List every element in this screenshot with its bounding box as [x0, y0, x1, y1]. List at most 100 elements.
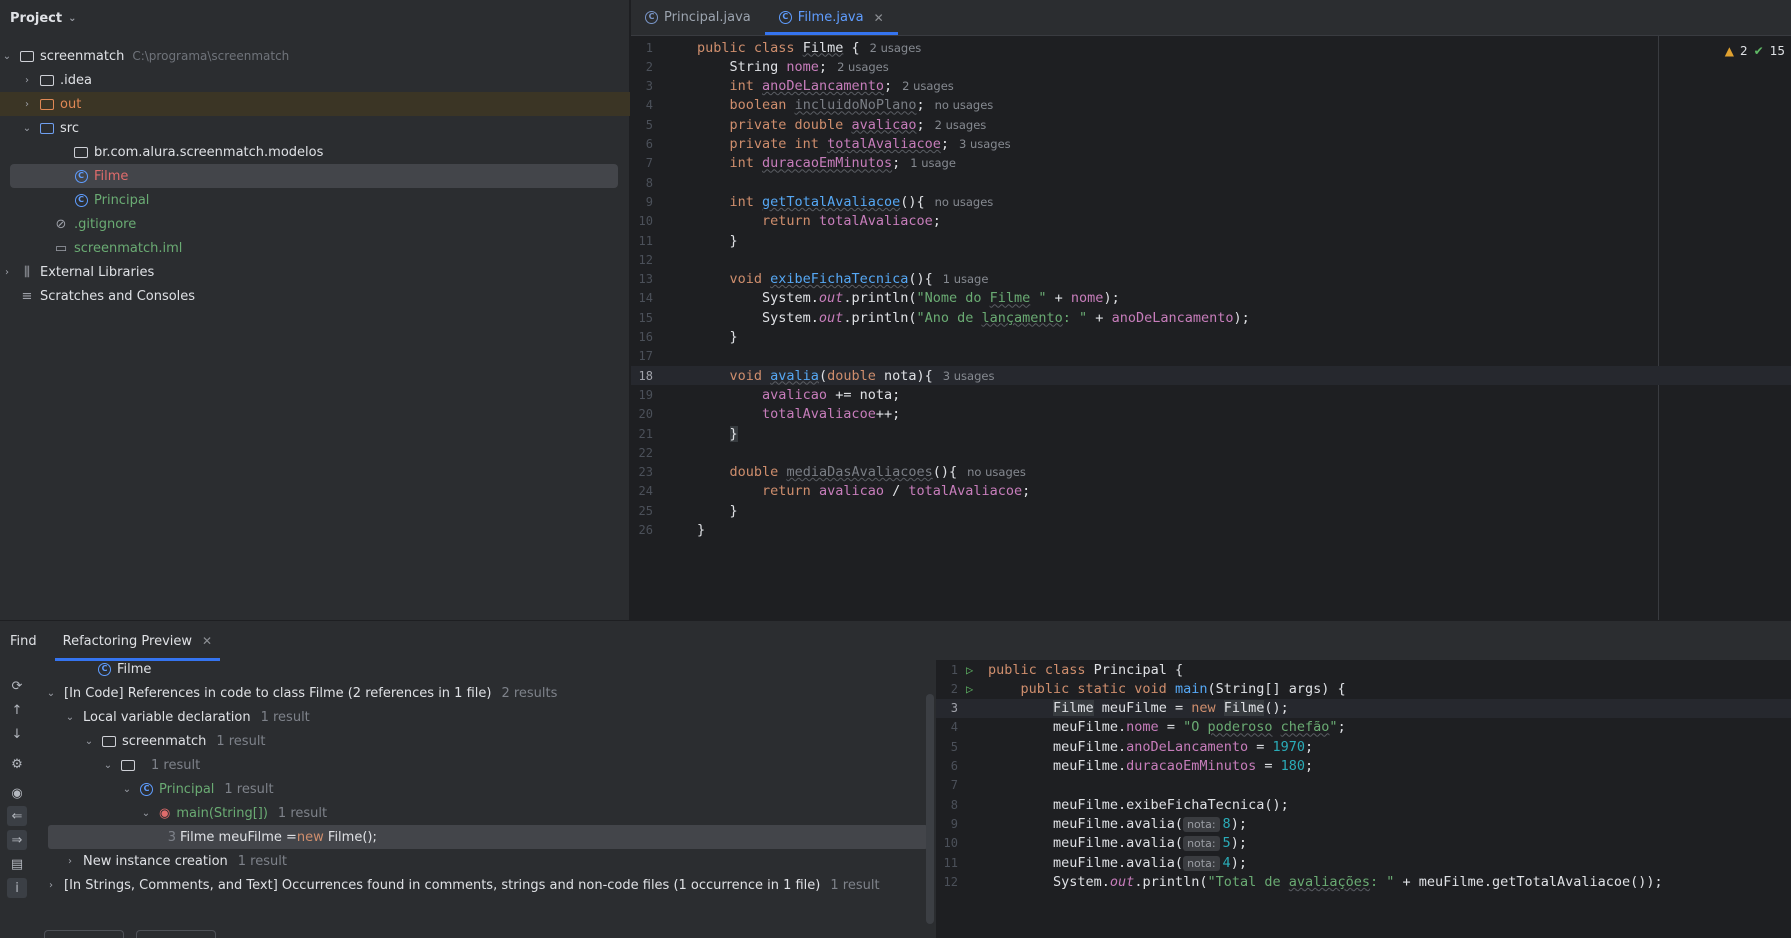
tool-window-tabs: Find Refactoring Preview ✕ — [0, 621, 1791, 661]
result-group[interactable]: ⌄ screenmatch 1 result — [82, 729, 266, 753]
preview-line[interactable]: 8 meuFilme.exibeFichaTecnica(); — [936, 795, 1791, 814]
result-group[interactable]: › New instance creation 1 result — [63, 849, 287, 873]
tab-principal-java[interactable]: C Principal.java — [631, 0, 765, 35]
tree-item-scratches-and-consoles[interactable]: ≡ Scratches and Consoles — [0, 284, 630, 308]
chevron-right-icon[interactable]: › — [44, 880, 58, 891]
preview-line[interactable]: 11 meuFilme.avalia(nota: 4); — [936, 853, 1791, 872]
chevron-right-icon[interactable]: › — [63, 856, 77, 867]
tool-tab-refactoring-preview[interactable]: Refactoring Preview ✕ — [54, 621, 221, 661]
chevron-down-icon[interactable]: ⌄ — [20, 123, 34, 134]
chevron-down-icon[interactable]: ⌄ — [0, 51, 14, 62]
code-line[interactable]: 23 double mediaDasAvaliacoes(){no usages — [631, 463, 1791, 482]
result-group[interactable]: C Filme — [78, 657, 151, 681]
tree-item-external-libraries[interactable]: › ⫼ External Libraries — [0, 260, 630, 284]
tree-item-screenmatch[interactable]: ⌄ screenmatch C:\programa\screenmatch — [0, 44, 630, 68]
preview-line[interactable]: 10 meuFilme.avalia(nota: 5); — [936, 834, 1791, 853]
code-line[interactable]: 25 } — [631, 501, 1791, 520]
result-label: main(String[]) — [176, 805, 268, 821]
code-line[interactable]: 21 } — [631, 424, 1791, 443]
result-group[interactable]: ⌄ ◉ main(String[]) 1 result — [139, 801, 327, 825]
eye-icon[interactable]: ◉ — [7, 783, 27, 803]
code-line[interactable]: 8 — [631, 173, 1791, 192]
read-access-icon[interactable]: ⇐ — [7, 806, 27, 826]
chevron-down-icon[interactable]: ⌄ — [82, 736, 96, 747]
chevron-down-icon[interactable]: ⌄ — [101, 760, 115, 771]
code-line[interactable]: 3 int anoDeLancamento; 2 usages — [631, 77, 1791, 96]
code-line[interactable]: 20 totalAvaliacoe++; — [631, 405, 1791, 424]
result-group[interactable]: ⌄ C Principal 1 result — [120, 777, 274, 801]
preview-line[interactable]: 3 Filme meuFilme = new Filme(); — [936, 698, 1791, 718]
result-group[interactable]: ⌄ Local variable declaration 1 result — [63, 705, 310, 729]
code-line[interactable]: 16 } — [631, 328, 1791, 347]
project-title[interactable]: Project — [10, 11, 62, 26]
code-line[interactable]: 24 return avalicao / totalAvaliacoe; — [631, 482, 1791, 501]
result-group[interactable]: ⌄ [In Code] References in code to class … — [44, 681, 558, 705]
tree-item-filme[interactable]: C Filme — [10, 164, 618, 188]
code-line[interactable]: 5 private double avalicao; 2 usages — [631, 115, 1791, 134]
code-line[interactable]: 9 int getTotalAvaliacoe(){no usages — [631, 192, 1791, 211]
bottom-button-2[interactable] — [136, 930, 216, 938]
result-group[interactable]: ⌄ 1 result — [101, 753, 200, 777]
preview-line[interactable]: 5 meuFilme.anoDeLancamento = 1970; — [936, 737, 1791, 756]
result-count: 2 results — [501, 685, 558, 701]
code-line[interactable]: 4 boolean incluidoNoPlano; no usages — [631, 96, 1791, 115]
tree-item-principal[interactable]: C Principal — [0, 188, 630, 212]
run-icon[interactable]: ▷ — [966, 682, 973, 696]
code-line[interactable]: 10 return totalAvaliacoe; — [631, 212, 1791, 231]
tree-item-src[interactable]: ⌄ src — [0, 116, 630, 140]
info-icon[interactable]: i — [7, 878, 27, 898]
code-line[interactable]: 2 String nome; 2 usages — [631, 57, 1791, 76]
tree-item-br-com-alura-screenmatch-modelos[interactable]: br.com.alura.screenmatch.modelos — [0, 140, 630, 164]
chevron-right-icon[interactable]: › — [0, 267, 14, 278]
refresh-icon[interactable]: ⟳ — [7, 676, 27, 696]
group-by-directory-icon[interactable]: ▤ — [7, 854, 27, 874]
preview-line[interactable]: 2 ▷ public static void main(String[] arg… — [936, 679, 1791, 698]
preview-line[interactable]: 7 — [936, 776, 1791, 795]
preview-line[interactable]: 12 System.out.println("Total de avaliaçõ… — [936, 872, 1791, 891]
code-line[interactable]: 15 System.out.println("Ano de lançamento… — [631, 308, 1791, 327]
close-icon[interactable]: ✕ — [202, 634, 212, 648]
class-icon: C — [73, 169, 89, 183]
code-line[interactable]: 13 void exibeFichaTecnica(){1 usage — [631, 270, 1791, 289]
tab-filme-java[interactable]: C Filme.java ✕ — [764, 0, 898, 35]
chevron-right-icon[interactable]: › — [20, 99, 34, 110]
bottom-button-1[interactable] — [44, 930, 124, 938]
chevron-down-icon[interactable]: ⌄ — [44, 688, 58, 699]
code-text: private double avalicao; 2 usages — [729, 116, 987, 133]
code-line[interactable]: 17 — [631, 347, 1791, 366]
code-line[interactable]: 19 avalicao += nota; — [631, 385, 1791, 404]
code-line[interactable]: 26} — [631, 521, 1791, 540]
tree-item-screenmatch-iml[interactable]: ▭ screenmatch.iml — [0, 236, 630, 260]
close-icon[interactable]: ✕ — [874, 11, 884, 25]
chevron-down-icon[interactable]: ⌄ — [63, 712, 77, 723]
tree-item--idea[interactable]: › .idea — [0, 68, 630, 92]
tool-tab-find[interactable]: Find — [10, 621, 37, 661]
code-line[interactable]: 14 System.out.println("Nome do Filme " +… — [631, 289, 1791, 308]
arrow-up-icon[interactable]: ↑ — [7, 700, 27, 720]
code-line[interactable]: 22 — [631, 443, 1791, 462]
results-scrollbar[interactable] — [926, 694, 934, 924]
tree-item--gitignore[interactable]: ⊘ .gitignore — [0, 212, 630, 236]
result-group[interactable]: › [In Strings, Comments, and Text] Occur… — [44, 873, 880, 897]
code-line[interactable]: 7 int duracaoEmMinutos; 1 usage — [631, 154, 1791, 173]
code-line[interactable]: 12 — [631, 250, 1791, 269]
preview-line[interactable]: 9 meuFilme.avalia(nota: 8); — [936, 814, 1791, 833]
gear-icon[interactable]: ⚙ — [7, 754, 27, 774]
preview-line[interactable]: 4 meuFilme.nome = "O poderoso chefão"; — [936, 718, 1791, 737]
code-line[interactable]: 11 } — [631, 231, 1791, 250]
run-icon[interactable]: ▷ — [966, 663, 973, 677]
arrow-down-icon[interactable]: ↓ — [7, 724, 27, 744]
code-line[interactable]: 6 private int totalAvaliacoe; 3 usages — [631, 135, 1791, 154]
project-header[interactable]: Project ⌄ — [0, 0, 629, 36]
preview-line[interactable]: 6 meuFilme.duracaoEmMinutos = 180; — [936, 757, 1791, 776]
preview-line[interactable]: 1 ▷ public class Principal { — [936, 660, 1791, 679]
write-access-icon[interactable]: ⇒ — [7, 830, 27, 850]
chevron-down-icon[interactable]: ⌄ — [68, 13, 76, 24]
chevron-down-icon[interactable]: ⌄ — [120, 784, 134, 795]
tree-item-out[interactable]: › out — [0, 92, 630, 116]
usage-row[interactable]: 3 Filme meuFilme = new Filme(); — [48, 825, 928, 849]
code-line[interactable]: 1 public class Filme {2 usages — [631, 38, 1791, 57]
chevron-right-icon[interactable]: › — [20, 75, 34, 86]
code-line[interactable]: 18 void avalia(double nota){3 usages — [631, 366, 1791, 386]
chevron-down-icon[interactable]: ⌄ — [139, 808, 153, 819]
